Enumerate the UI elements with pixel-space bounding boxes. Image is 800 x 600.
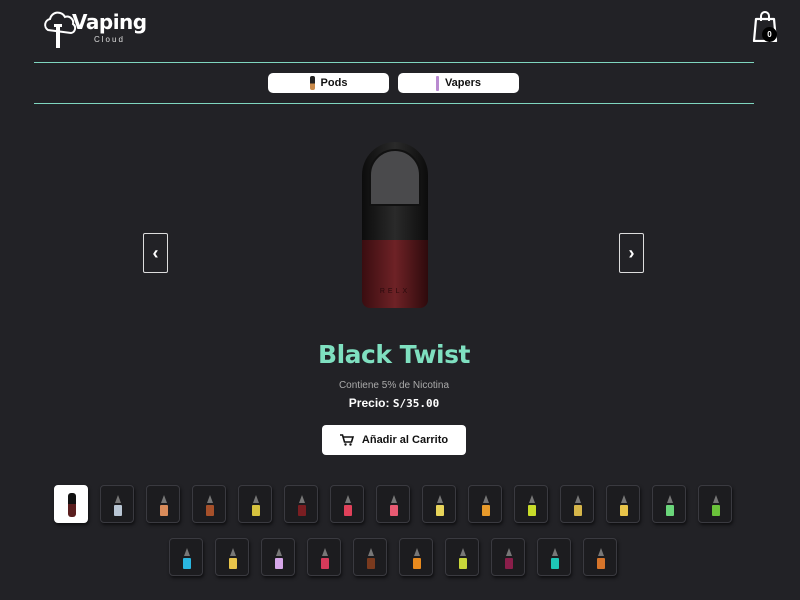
flavor-thumbnail[interactable] [560,485,594,523]
product-name: Black Twist [318,340,470,369]
flavor-thumbnail[interactable] [606,485,640,523]
flavor-thumbnail[interactable] [537,538,571,576]
bottle-cap-icon [506,548,512,556]
flavor-thumbnail[interactable] [307,538,341,576]
bottom-divider [34,103,754,104]
cart-icon [339,434,354,446]
bottle-cap-icon [713,495,719,503]
flavor-thumbnail[interactable] [215,538,249,576]
price-label: Precio: [348,396,390,410]
flavor-bottle-icon [413,558,421,569]
flavor-bottle-icon [712,505,720,516]
bottle-cap-icon [161,495,167,503]
category-vapers-button[interactable]: Vapers [398,73,519,93]
flavor-thumbnail[interactable] [192,485,226,523]
add-to-cart-label: Añadir al Carrito [361,434,449,446]
flavor-bottle-icon [344,505,352,516]
flavor-thumbnail[interactable] [169,538,203,576]
flavor-bottle-icon [551,558,559,569]
category-vapers-label: Vapers [444,77,482,89]
flavor-bottle-icon [482,505,490,516]
bottle-cap-icon [184,548,190,556]
flavor-bottle-icon [436,505,444,516]
flavor-bottle-icon [528,505,536,516]
cart-count-badge: 0 [762,27,777,42]
nicotine-info: Contiene 5% de Nicotina [338,380,450,391]
flavor-thumbnail[interactable] [514,485,548,523]
carousel-prev-button[interactable]: ‹ [143,233,168,273]
flavor-bottle-icon [229,558,237,569]
svg-text:RELX: RELX [380,288,410,295]
flavor-bottle-icon [206,505,214,516]
bottle-cap-icon [483,495,489,503]
bottle-cap-icon [621,495,627,503]
price-value: S/35.00 [392,397,440,410]
bottle-cap-icon [253,495,259,503]
bottle-cap-icon [207,495,213,503]
bottle-cap-icon [115,495,121,503]
flavor-bottle-icon [321,558,329,569]
flavor-bottle-icon [390,505,398,516]
vaping-cloud-logo[interactable]: Vaping Cloud [42,10,152,50]
logo-wordmark: Vaping [72,10,147,34]
bottle-cap-icon [414,548,420,556]
bottle-cap-icon [299,495,305,503]
flavor-thumbnail[interactable] [698,485,732,523]
flavor-bottle-icon [252,505,260,516]
bottle-cap-icon [575,495,581,503]
carousel-next-button[interactable]: › [619,233,644,273]
flavor-bottle-icon [367,558,375,569]
category-pods-label: Pods [320,77,348,89]
bottle-cap-icon [322,548,328,556]
bottle-cap-icon [230,548,236,556]
flavor-thumbnail[interactable] [399,538,433,576]
flavor-bottle-icon [183,558,191,569]
flavor-thumbnail[interactable] [652,485,686,523]
flavor-thumbnail[interactable] [330,485,364,523]
bottle-cap-icon [667,495,673,503]
flavor-bottle-icon [574,505,582,516]
logo-subtitle: Cloud [94,35,125,44]
vape-icon [435,75,439,91]
flavor-thumbnail[interactable] [238,485,272,523]
flavor-bottle-icon [666,505,674,516]
pod-icon [309,76,315,90]
flavor-thumbnail[interactable] [100,485,134,523]
bottle-cap-icon [368,548,374,556]
flavor-bottle-icon [298,505,306,516]
pod-thumbnail-icon [68,493,76,517]
bottle-cap-icon [345,495,351,503]
bottle-cap-icon [276,548,282,556]
flavor-thumbnail[interactable] [261,538,295,576]
bottle-cap-icon [437,495,443,503]
flavor-bottle-icon [160,505,168,516]
flavor-thumbnail[interactable] [583,538,617,576]
flavor-bottle-icon [275,558,283,569]
flavor-bottle-icon [620,505,628,516]
flavor-thumbnail[interactable] [54,485,88,523]
flavor-thumbnail[interactable] [422,485,456,523]
category-pods-button[interactable]: Pods [268,73,389,93]
flavor-thumbnail[interactable] [376,485,410,523]
flavor-thumbnail[interactable] [284,485,318,523]
flavor-thumbnail[interactable] [445,538,479,576]
bottle-cap-icon [552,548,558,556]
flavor-thumbnail[interactable] [146,485,180,523]
bottle-cap-icon [460,548,466,556]
flavor-thumbnail[interactable] [468,485,502,523]
bottle-cap-icon [391,495,397,503]
flavor-bottle-icon [597,558,605,569]
flavor-thumbnail[interactable] [491,538,525,576]
top-divider [34,62,754,63]
flavor-thumbnail[interactable] [353,538,387,576]
price-row: Precio: S/35.00 [200,396,588,410]
flavor-bottle-icon [114,505,122,516]
flavor-bottle-icon [505,558,513,569]
bottle-cap-icon [529,495,535,503]
flavor-bottle-icon [459,558,467,569]
bottle-cap-icon [598,548,604,556]
product-pod-image: RELX [362,142,428,308]
add-to-cart-button[interactable]: Añadir al Carrito [322,425,466,455]
